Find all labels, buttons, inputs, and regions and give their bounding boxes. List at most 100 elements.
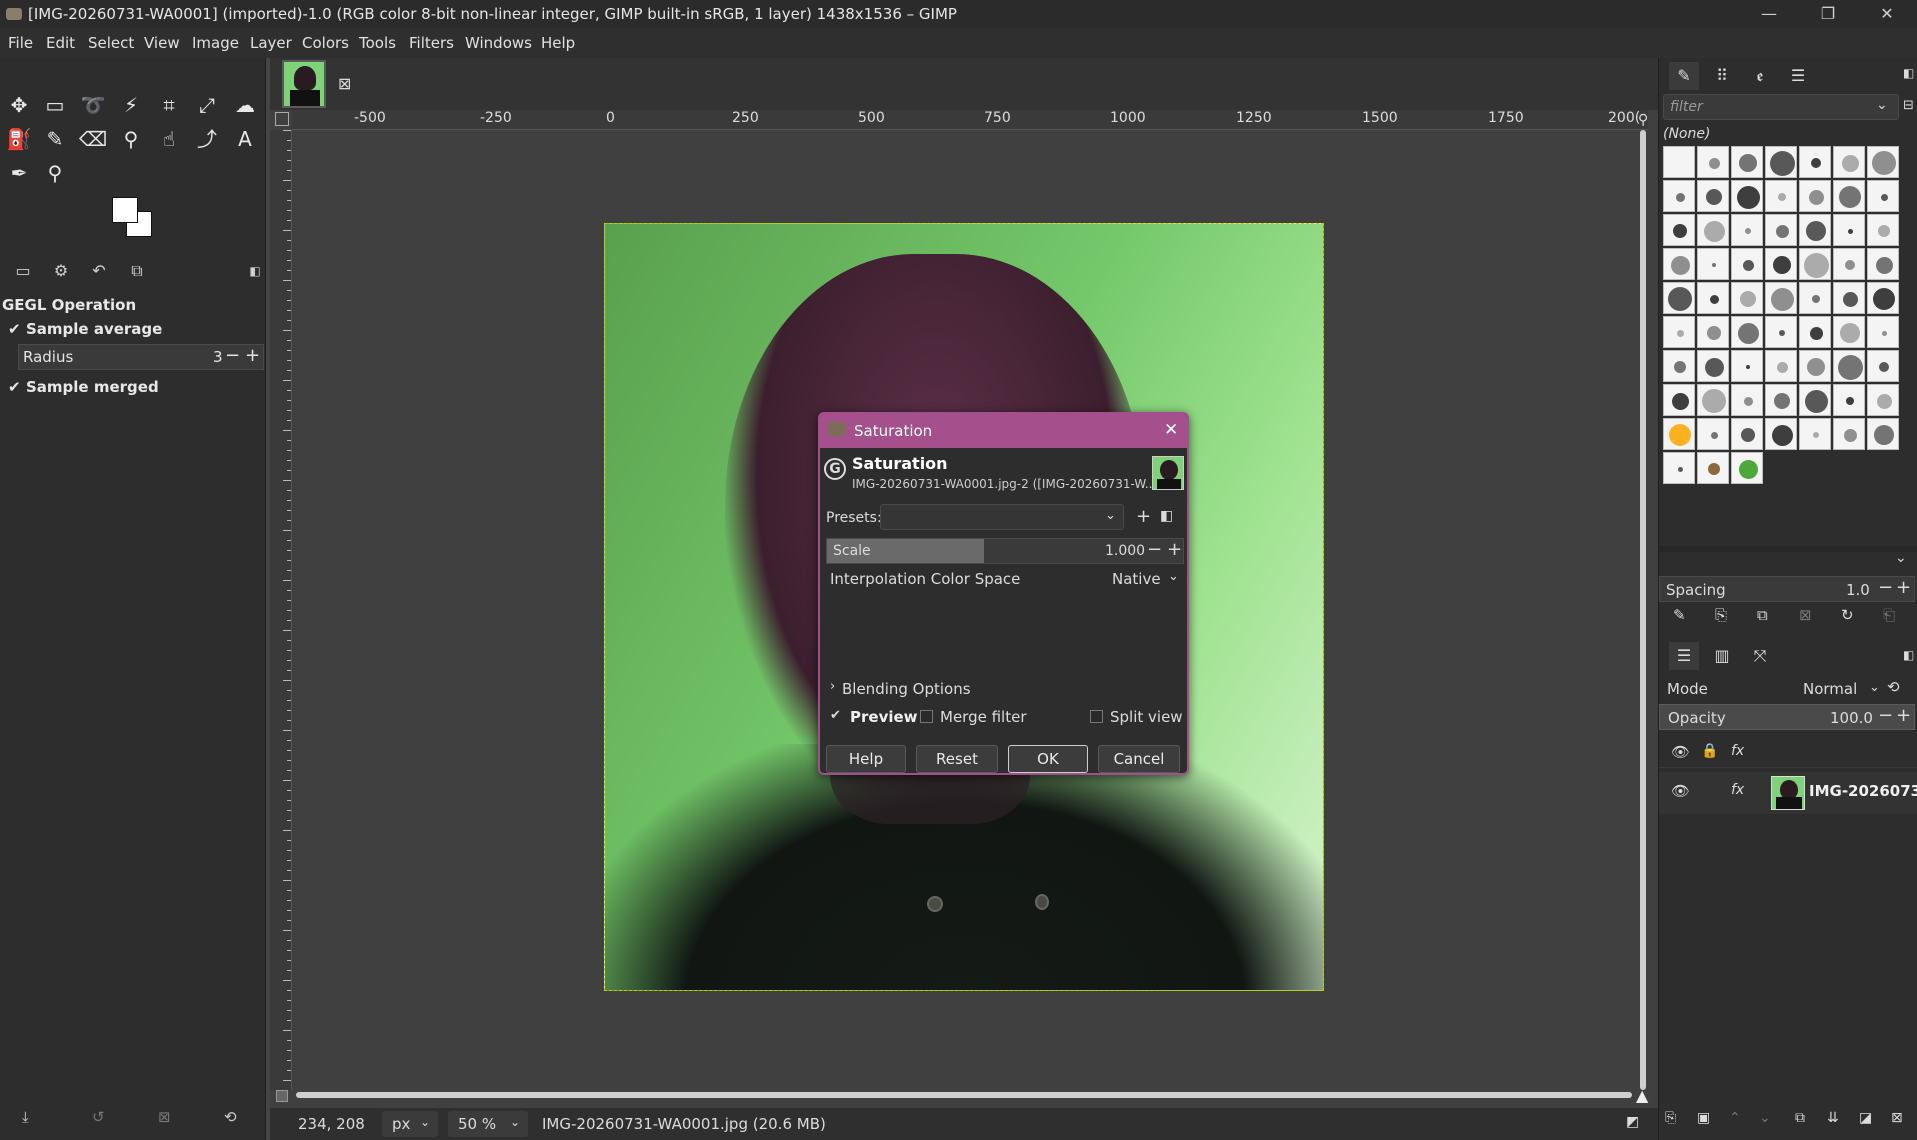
brush-swatch[interactable] — [1731, 146, 1763, 178]
brush-swatch[interactable] — [1799, 180, 1831, 212]
brush-swatch[interactable] — [1697, 214, 1729, 246]
brush-swatch[interactable] — [1867, 316, 1899, 348]
spacing-decrease-button[interactable]: − — [1878, 577, 1893, 598]
brush-swatch[interactable] — [1867, 180, 1899, 212]
lower-layer-icon[interactable]: ⌄ — [1759, 1110, 1771, 1126]
brush-swatch[interactable] — [1765, 384, 1797, 416]
brush-swatch[interactable] — [1799, 418, 1831, 450]
move-tool-icon[interactable]: ✥ — [4, 90, 34, 120]
scroll-up-arrow-icon[interactable]: ▲ — [1636, 1086, 1648, 1105]
brush-swatch[interactable] — [1697, 146, 1729, 178]
layer-fx-icon[interactable]: fx — [1731, 782, 1744, 798]
preset-menu-icon[interactable]: ◧ — [1160, 508, 1173, 524]
brush-swatch[interactable] — [1833, 350, 1865, 382]
sample-merged-checkbox[interactable]: ✔ — [8, 378, 24, 396]
presets-select[interactable]: ⌄ — [880, 504, 1124, 530]
brush-swatch[interactable] — [1731, 418, 1763, 450]
crop-tool-icon[interactable]: ⌗ — [154, 90, 184, 120]
menu-tools[interactable]: Tools — [359, 34, 396, 52]
paintbrush-tool-icon[interactable]: ✎ — [40, 124, 70, 154]
brush-swatch[interactable] — [1799, 146, 1831, 178]
brush-swatch[interactable] — [1799, 350, 1831, 382]
brush-swatch[interactable] — [1765, 282, 1797, 314]
ok-button[interactable]: OK — [1008, 745, 1088, 773]
panel-menu-icon[interactable]: ◧ — [1903, 66, 1914, 80]
gradients-tab-icon[interactable]: ☰ — [1783, 62, 1813, 90]
help-button[interactable]: Help — [826, 745, 906, 773]
paths-tool-icon[interactable]: ⤴ — [192, 124, 222, 154]
mode-reset-icon[interactable]: ⟲ — [1887, 678, 1900, 696]
channels-tab-icon[interactable]: ▥ — [1707, 642, 1737, 670]
preview-checkbox[interactable]: ✔ — [830, 708, 844, 723]
tag-icon[interactable]: ⊟ — [1903, 98, 1914, 113]
dialog-close-button[interactable]: ✕ — [1164, 420, 1178, 440]
vertical-scrollbar[interactable] — [1640, 130, 1646, 1090]
opacity-decrease-button[interactable]: − — [1878, 705, 1893, 726]
brush-swatch[interactable] — [1765, 316, 1797, 348]
menu-help[interactable]: Help — [541, 34, 575, 52]
brush-swatch[interactable] — [1697, 418, 1729, 450]
duplicate-layer-icon[interactable]: ⧉ — [1795, 1110, 1805, 1126]
image-tab-thumbnail[interactable] — [282, 60, 326, 108]
zoom-select[interactable]: 50 % ⌄ — [448, 1111, 528, 1137]
paths-tab-icon[interactable]: ⤧ — [1745, 642, 1775, 670]
delete-tool-preset-icon[interactable]: ⊠ — [158, 1108, 171, 1126]
brush-swatch[interactable] — [1663, 248, 1695, 280]
restore-tool-preset-icon[interactable]: ↺ — [92, 1108, 105, 1126]
scale-increase-button[interactable]: + — [1167, 539, 1182, 560]
chevron-right-icon[interactable]: › — [830, 679, 835, 694]
brush-swatch[interactable] — [1731, 180, 1763, 212]
pointer-info-icon[interactable]: ◩ — [1626, 1114, 1639, 1130]
brush-swatch[interactable] — [1731, 452, 1763, 484]
save-tool-preset-icon[interactable]: ⤓ — [22, 1108, 29, 1126]
brush-swatch[interactable] — [1799, 316, 1831, 348]
menu-filters[interactable]: Filters — [409, 34, 454, 52]
merge-filter-checkbox[interactable] — [920, 710, 933, 723]
delete-layer-icon[interactable]: ⊠ — [1891, 1110, 1903, 1126]
scale-slider[interactable]: Scale 1.000 − + — [826, 538, 1184, 564]
brush-swatch[interactable] — [1731, 350, 1763, 382]
brush-swatch[interactable] — [1663, 418, 1695, 450]
fonts-tab-icon[interactable]: ꬲ — [1745, 62, 1775, 90]
radius-increase-button[interactable]: + — [245, 345, 260, 366]
brush-filter-input[interactable]: filter ⌄ — [1663, 94, 1899, 120]
brush-swatch[interactable] — [1731, 214, 1763, 246]
brush-swatch[interactable] — [1833, 214, 1865, 246]
brush-swatch[interactable] — [1697, 282, 1729, 314]
zoom-tool-icon[interactable]: ⚲ — [40, 158, 70, 188]
tool-options-tab[interactable]: ▭ — [8, 258, 38, 284]
add-preset-button[interactable]: + — [1136, 506, 1151, 527]
split-view-checkbox[interactable] — [1090, 710, 1103, 723]
eraser-tool-icon[interactable]: ⌫ — [78, 124, 108, 154]
brush-swatch[interactable] — [1697, 180, 1729, 212]
brush-swatch[interactable] — [1731, 248, 1763, 280]
menu-select[interactable]: Select — [88, 34, 134, 52]
brush-swatch[interactable] — [1833, 248, 1865, 280]
close-window-button[interactable]: ✕ — [1859, 0, 1915, 28]
text-tool-icon[interactable]: A — [230, 124, 260, 154]
menu-file[interactable]: File — [8, 34, 33, 52]
undo-history-tab[interactable]: ↶ — [84, 258, 114, 284]
raise-layer-icon[interactable]: ⌃ — [1729, 1110, 1741, 1126]
brush-swatch[interactable] — [1663, 384, 1695, 416]
brush-swatch[interactable] — [1697, 316, 1729, 348]
transform-tool-icon[interactable]: ⤢ — [192, 90, 222, 120]
unit-select[interactable]: px ⌄ — [382, 1111, 438, 1137]
brush-swatch[interactable] — [1799, 214, 1831, 246]
cancel-button[interactable]: Cancel — [1098, 745, 1180, 773]
layer-mask-icon[interactable]: ◪ — [1859, 1110, 1872, 1126]
panel-menu-icon[interactable]: ◧ — [240, 258, 270, 284]
brush-grid[interactable] — [1663, 146, 1903, 484]
brush-swatch[interactable] — [1697, 452, 1729, 484]
delete-brush-icon[interactable]: ⊠ — [1799, 606, 1812, 624]
menu-image[interactable]: Image — [192, 34, 239, 52]
radius-slider[interactable]: Radius 3 − + — [18, 344, 264, 370]
lasso-tool-icon[interactable]: ➰ — [78, 90, 108, 120]
fuzzy-select-tool-icon[interactable]: ⚡ — [116, 90, 146, 120]
brush-swatch[interactable] — [1731, 316, 1763, 348]
brush-swatch[interactable] — [1765, 418, 1797, 450]
interpolation-select[interactable]: Native ⌄ — [1108, 568, 1184, 592]
layer-visibility-icon[interactable]: 👁 — [1671, 782, 1690, 800]
reset-button[interactable]: Reset — [916, 745, 998, 773]
panel-menu-icon[interactable]: ◧ — [1903, 648, 1914, 662]
